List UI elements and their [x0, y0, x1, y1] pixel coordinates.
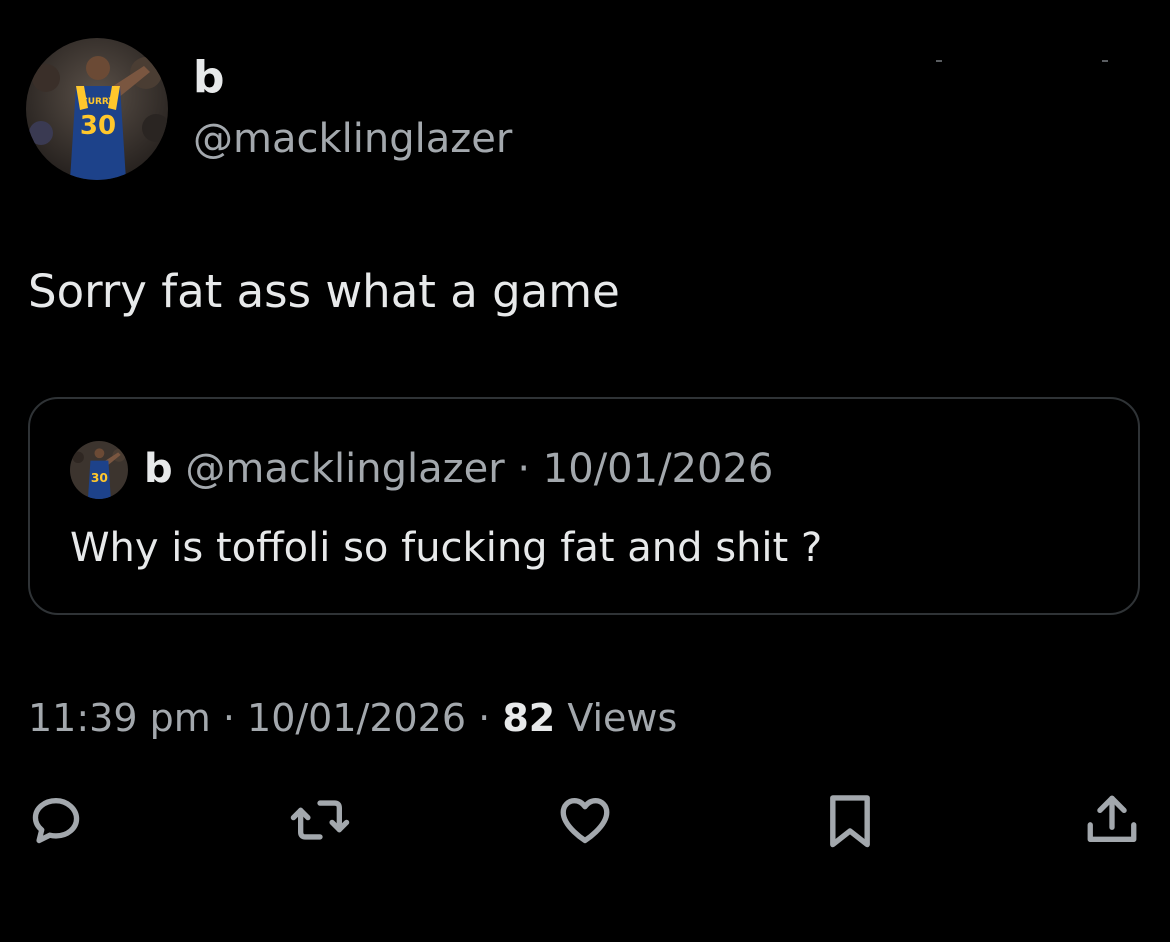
jersey-number-text: 30: [91, 471, 108, 485]
tweet-meta: 11:39 pm · 10/01/2026 · 82 Views: [28, 692, 677, 744]
bookmark-button[interactable]: [818, 788, 882, 852]
top-divider-mark: [1102, 60, 1108, 62]
quoted-tweet-header: b @macklinglazer · 10/01/2026: [144, 443, 773, 495]
meta-separator: ·: [478, 696, 491, 740]
tweet-date[interactable]: 10/01/2026: [247, 696, 466, 740]
share-icon: [1087, 795, 1137, 842]
jersey-number-text: 30: [80, 111, 116, 141]
quoted-separator: ·: [517, 446, 531, 492]
reply-icon: [32, 798, 80, 844]
quoted-author-avatar: 30: [70, 441, 128, 499]
tweet-time[interactable]: 11:39 pm: [28, 696, 211, 740]
jersey-name-text: CURRY: [81, 97, 115, 107]
views-label[interactable]: Views: [567, 696, 677, 740]
retweet-icon: [290, 800, 350, 840]
views-count[interactable]: 82: [502, 696, 555, 740]
quoted-tweet-card[interactable]: 30 b @macklinglazer · 10/01/2026 Why is …: [28, 397, 1140, 615]
tweet-text: Sorry fat ass what a game: [28, 265, 620, 318]
author-avatar[interactable]: CURRY 30: [26, 38, 168, 180]
bookmark-icon: [830, 795, 870, 848]
like-button[interactable]: [553, 788, 617, 852]
quoted-author-handle[interactable]: @macklinglazer: [185, 446, 504, 492]
reply-button[interactable]: [24, 788, 88, 852]
meta-separator: ·: [222, 696, 235, 740]
top-divider-mark: [936, 60, 942, 62]
quoted-tweet-text: Why is toffoli so fucking fat and shit ?: [70, 525, 823, 571]
quoted-author-display-name[interactable]: b: [144, 446, 173, 492]
basketball-player-avatar-icon: 30: [70, 441, 128, 499]
author-handle[interactable]: @macklinglazer: [193, 114, 512, 164]
like-icon: [560, 798, 610, 844]
retweet-button[interactable]: [288, 788, 352, 852]
share-button[interactable]: [1080, 788, 1144, 852]
author-display-name[interactable]: b: [193, 52, 225, 104]
basketball-player-avatar-icon: CURRY 30: [26, 38, 168, 180]
quoted-date: 10/01/2026: [542, 446, 774, 492]
